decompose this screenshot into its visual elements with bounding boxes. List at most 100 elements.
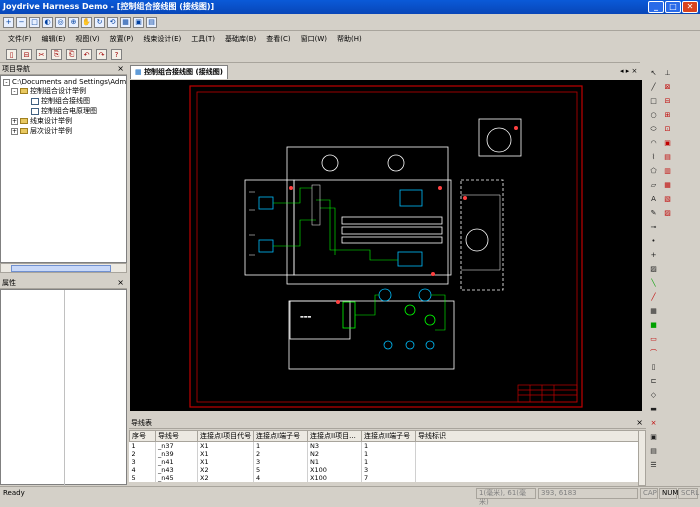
symbol-icon[interactable]: ▦: [663, 181, 672, 190]
circle-icon[interactable]: ○: [649, 111, 658, 120]
tree-item-control-example[interactable]: - 控制组合设计举例: [11, 87, 86, 96]
table-row[interactable]: 1 _n37 X1 1 N3 1: [129, 441, 639, 450]
table-row[interactable]: 3 _n41 X1 3 N1 1: [129, 458, 639, 466]
menu-place[interactable]: 放置(P): [110, 34, 134, 44]
col-header[interactable]: 连接点I项目代号: [197, 430, 254, 442]
help-icon[interactable]: ?: [111, 49, 122, 60]
menu-library[interactable]: 基础库(B): [225, 34, 256, 44]
zoom-in-icon[interactable]: +: [3, 16, 14, 28]
polygon-icon[interactable]: ⬠: [649, 167, 658, 176]
edit-icon[interactable]: ✎: [649, 209, 658, 218]
col-header[interactable]: 导线号: [155, 430, 198, 442]
table-row[interactable]: 5 _n45 X2 4 X100 7: [129, 474, 639, 482]
symbol-icon[interactable]: ⊠: [663, 83, 672, 92]
col-header[interactable]: 序号: [129, 430, 156, 442]
close-button[interactable]: ✕: [682, 1, 698, 13]
symbol-icon[interactable]: ⊞: [663, 111, 672, 120]
symbol-icon[interactable]: ⊟: [663, 97, 672, 106]
minimize-button[interactable]: _: [648, 1, 664, 13]
col-header[interactable]: 导线标识: [415, 430, 639, 442]
polyline-icon[interactable]: ⌇: [649, 153, 658, 162]
collapse-icon[interactable]: -: [3, 78, 10, 86]
terminal-icon[interactable]: ⊸: [649, 223, 658, 232]
table-row[interactable]: 4 _n43 X2 5 X100 3: [129, 466, 639, 474]
tree-item-wiring-diagram[interactable]: 控制组合接线图: [31, 97, 90, 106]
ungroup-icon[interactable]: ▤: [649, 447, 658, 456]
delete-icon[interactable]: ×: [649, 419, 658, 428]
close-icon[interactable]: ×: [117, 277, 124, 289]
menu-harness-design[interactable]: 线束设计(E): [143, 34, 181, 44]
image-icon[interactable]: ▨: [649, 265, 658, 274]
zoom-all-icon[interactable]: ◎: [55, 16, 66, 28]
arc-icon[interactable]: ◠: [649, 139, 658, 148]
expand-icon[interactable]: +: [11, 117, 18, 125]
pointer-icon[interactable]: ↖: [649, 69, 658, 78]
fill-icon[interactable]: ▱: [649, 181, 658, 190]
symbol-icon[interactable]: ⊡: [663, 125, 672, 134]
align-icon[interactable]: ☰: [649, 461, 658, 470]
cable-icon[interactable]: ⌒: [649, 349, 658, 358]
symbol-icon[interactable]: ▤: [663, 153, 672, 162]
snap-icon[interactable]: ▤: [146, 16, 157, 28]
menu-help[interactable]: 帮助(H): [337, 34, 362, 44]
marker-icon[interactable]: ▭: [649, 335, 658, 344]
bus-icon[interactable]: ╱: [649, 293, 658, 302]
expand-icon[interactable]: +: [11, 127, 18, 135]
symbol-icon[interactable]: ▥: [663, 167, 672, 176]
node-icon[interactable]: •: [649, 237, 658, 246]
copy-icon[interactable]: ⎘: [51, 49, 62, 60]
line-icon[interactable]: ╱: [649, 83, 658, 92]
undo-icon[interactable]: ↶: [81, 49, 92, 60]
table-icon[interactable]: ▦: [649, 307, 658, 316]
col-header[interactable]: 连接点II端子号: [361, 430, 416, 442]
component-icon[interactable]: ■: [649, 321, 658, 330]
ellipse-icon[interactable]: ⬭: [649, 125, 658, 134]
tree-item-harness-example[interactable]: + 线束设计举例: [11, 117, 72, 126]
pin-icon[interactable]: ⊥: [663, 69, 672, 78]
zoom-previous-icon[interactable]: ◐: [42, 16, 53, 28]
zoom-out-icon[interactable]: −: [16, 16, 27, 28]
grid-icon[interactable]: ▣: [133, 16, 144, 28]
menu-tools[interactable]: 工具(T): [191, 34, 215, 44]
pan-icon[interactable]: ✋: [81, 16, 92, 28]
menu-window[interactable]: 窗口(W): [301, 34, 327, 44]
shield-icon[interactable]: ▯: [649, 363, 658, 372]
collapse-icon[interactable]: -: [11, 87, 18, 95]
fit-icon[interactable]: ▦: [120, 16, 131, 28]
properties-grid[interactable]: [0, 289, 127, 486]
table-vertical-scrollbar[interactable]: [638, 430, 646, 486]
drawing-canvas[interactable]: ▬▬▬: [130, 80, 642, 411]
paste-icon[interactable]: ⎗: [66, 49, 77, 60]
cut-icon[interactable]: ✂: [36, 49, 47, 60]
splice-icon[interactable]: ◇: [649, 391, 658, 400]
menu-view[interactable]: 视图(V): [75, 34, 99, 44]
zoom-extents-icon[interactable]: ⊕: [68, 16, 79, 28]
redraw-icon[interactable]: ↻: [94, 16, 105, 28]
regen-icon[interactable]: ⟲: [107, 16, 118, 28]
redo-icon[interactable]: ↷: [96, 49, 107, 60]
connector-icon[interactable]: ⊏: [649, 377, 658, 386]
close-icon[interactable]: ×: [117, 63, 124, 75]
tree-item-hierarchy-example[interactable]: + 层次设计举例: [11, 127, 72, 136]
tree-item-schematic[interactable]: 控制组合电原理图: [31, 107, 97, 116]
wire-table[interactable]: 序号 导线号 连接点I项目代号 连接点I端子号 连接点II项目... 连接点II…: [129, 430, 639, 482]
menu-check[interactable]: 查看(C): [266, 34, 290, 44]
symbol-icon[interactable]: ▣: [663, 139, 672, 148]
col-header[interactable]: 连接点I端子号: [253, 430, 308, 442]
scrollbar-thumb[interactable]: [11, 265, 111, 272]
close-icon[interactable]: ×: [636, 417, 643, 429]
wire-icon[interactable]: ╲: [649, 279, 658, 288]
menu-file[interactable]: 文件(F): [8, 34, 32, 44]
symbol-icon[interactable]: ▧: [663, 195, 672, 204]
menu-edit[interactable]: 编辑(E): [42, 34, 66, 44]
symbol-icon[interactable]: ▨: [663, 209, 672, 218]
document-tab[interactable]: ▦ 控制组合接线图 (接线图): [130, 65, 228, 79]
rectangle-icon[interactable]: □: [649, 97, 658, 106]
maximize-button[interactable]: □: [665, 1, 681, 13]
text-icon[interactable]: A: [649, 195, 658, 204]
tree-horizontal-scrollbar[interactable]: [0, 263, 127, 273]
group-icon[interactable]: ▣: [649, 433, 658, 442]
zoom-window-icon[interactable]: □: [29, 16, 40, 28]
tree-root[interactable]: - C:\Documents and Settings\Admin: [3, 78, 126, 87]
delete-icon[interactable]: ⊟: [21, 49, 32, 60]
